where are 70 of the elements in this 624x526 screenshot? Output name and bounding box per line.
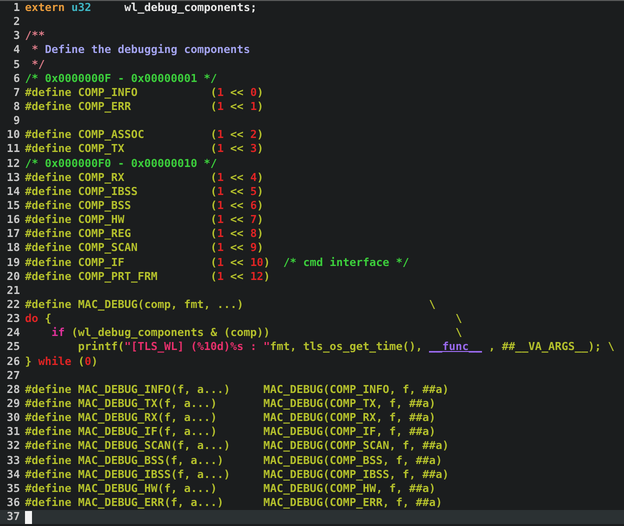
line-number: 23 xyxy=(6,312,20,326)
code-line: #define COMP_HW (1 << 7) xyxy=(25,213,264,228)
line-number: 25 xyxy=(6,340,20,355)
code-line: #define COMP_REG (1 << 8) xyxy=(25,227,264,242)
code-line: #define MAC_DEBUG_INFO(f, a...) MAC_DEBUG(COMP_INFO, f, ##a) xyxy=(25,382,449,397)
line-number: 5 xyxy=(12,58,20,72)
line-number: 8 xyxy=(12,100,20,114)
line-number: 35 xyxy=(6,482,20,496)
code-line: do { \ xyxy=(25,312,462,326)
code-line: /** xyxy=(25,29,45,44)
code-line: */ xyxy=(30,58,45,72)
line-number: 31 xyxy=(6,425,20,440)
code-line: #define COMP_SCAN (1 << 9) xyxy=(25,241,264,256)
line-number: 20 xyxy=(6,270,20,284)
line-number: 1 xyxy=(12,1,20,16)
code-line: #define COMP_ASSOC (1 << 2) xyxy=(25,128,264,142)
code-line: extern u32 wl_debug_components; xyxy=(25,1,257,16)
line-number: 7 xyxy=(12,86,20,100)
line-number: 27 xyxy=(6,368,20,383)
line-number: 26 xyxy=(6,354,20,369)
line-number: 10 xyxy=(6,128,20,142)
code-line: if (wl_debug_components & (comp)) \ xyxy=(50,326,462,340)
code-line: #define COMP_ERR (1 << 1) xyxy=(25,100,264,114)
code-line: * Define the debugging components xyxy=(30,43,250,58)
line-number: 12 xyxy=(6,156,20,171)
line-number: 32 xyxy=(6,439,20,454)
line-number: 18 xyxy=(6,241,20,256)
code-line: } while (0) xyxy=(25,354,98,369)
line-number: 29 xyxy=(6,396,20,412)
line-number: 6 xyxy=(12,72,20,86)
line-number: 15 xyxy=(6,198,20,214)
code-line: printf("[TLS_WL] (%10d)%s : "fmt, tls_os_get_time(), __func__ , ##__VA_ARGS__); \ xyxy=(76,340,614,355)
code-line: #define COMP_INFO (1 << 0) xyxy=(25,86,264,100)
line-number: 24 xyxy=(6,326,20,340)
code-line: #define COMP_BSS (1 << 6) xyxy=(25,198,264,214)
line-number: 37 xyxy=(6,510,20,524)
line-number: 19 xyxy=(6,256,20,270)
code-line: #define COMP_TX (1 << 3) xyxy=(25,142,264,157)
line-number: 2 xyxy=(12,15,20,30)
line-number: 9 xyxy=(12,114,20,128)
text-cursor xyxy=(25,510,32,524)
line-number: 21 xyxy=(6,284,20,298)
line-number: 30 xyxy=(6,411,20,426)
line-number: 17 xyxy=(6,227,20,242)
code-line: #define MAC_DEBUG_RX(f, a...) MAC_DEBUG(COMP_RX, f, ##a) xyxy=(25,411,436,426)
code-line: /* 0x000000F0 - 0x00000010 */ xyxy=(25,156,218,171)
line-number: 22 xyxy=(6,298,20,312)
code-line: #define COMP_IF (1 << 10) /* cmd interface */ xyxy=(25,256,410,270)
code-line: #define MAC_DEBUG_IF(f, a...) MAC_DEBUG(COMP_IF, f, ##a) xyxy=(25,425,436,440)
code-line: #define MAC_DEBUG_HW(f, a...) MAC_DEBUG(COMP_HW, f, ##a) xyxy=(25,482,436,496)
line-number: 14 xyxy=(6,184,20,199)
line-number: 11 xyxy=(6,142,20,157)
code-line: #define COMP_PRT_FRM (1 << 12) xyxy=(25,270,270,284)
line-number: 3 xyxy=(12,29,20,44)
code-line: #define COMP_RX (1 << 4) xyxy=(25,170,264,185)
line-number: 28 xyxy=(6,382,20,397)
code-line: #define MAC_DEBUG_TX(f, a...) MAC_DEBUG(COMP_TX, f, ##a) xyxy=(25,396,436,412)
code-line: /* 0x0000000F - 0x00000001 */ xyxy=(25,72,218,86)
code-line: #define MAC_DEBUG(comp, fmt, ...) \ xyxy=(25,298,436,312)
code-line: #define MAC_DEBUG_SCAN(f, a...) MAC_DEBUG(COMP_SCAN, f, ##a) xyxy=(25,439,449,454)
line-number: 33 xyxy=(6,454,20,468)
line-number: 16 xyxy=(6,213,20,228)
line-number: 34 xyxy=(6,468,20,482)
line-number: 4 xyxy=(12,43,20,58)
code-line: #define MAC_DEBUG_BSS(f, a...) MAC_DEBUG(COMP_BSS, f, ##a) xyxy=(25,454,442,468)
line-number: 13 xyxy=(6,170,20,185)
line-number: 36 xyxy=(6,496,20,510)
code-line: #define MAC_DEBUG_IBSS(f, a...) MAC_DEBUG(COMP_IBSS, f, ##a) xyxy=(25,468,449,482)
code-line: #define MAC_DEBUG_ERR(f, a...) MAC_DEBUG(COMP_ERR, f, ##a) xyxy=(25,496,442,510)
code-line: #define COMP_IBSS (1 << 5) xyxy=(25,184,264,199)
